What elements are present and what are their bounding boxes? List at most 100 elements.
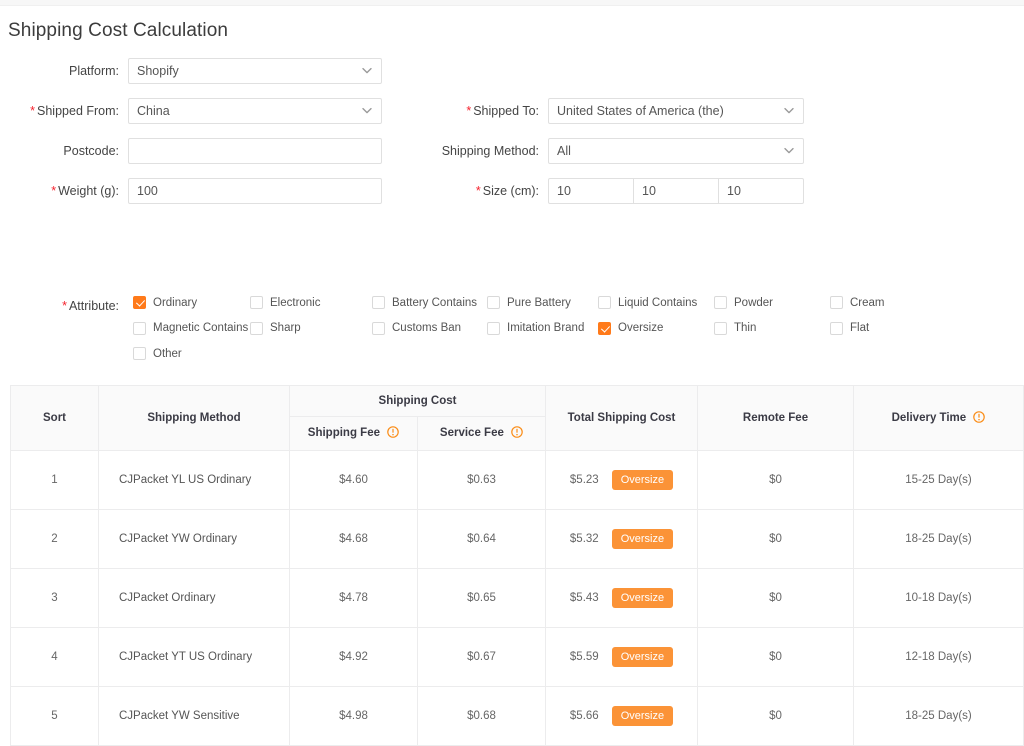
checkbox-icon — [714, 296, 727, 309]
checkbox-liquid-contains[interactable]: Liquid Contains — [598, 296, 697, 309]
status-badge[interactable]: Oversize — [612, 647, 673, 667]
status-badge[interactable]: Oversize — [612, 706, 673, 726]
results-table-container: Sort Shipping Method Shipping Cost Total… — [10, 385, 1024, 746]
checkbox-imitation-brand[interactable]: Imitation Brand — [487, 322, 584, 335]
checkbox-battery-contains[interactable]: Battery Contains — [372, 296, 477, 309]
checkbox-customs-ban[interactable]: Customs Ban — [372, 322, 461, 335]
field-size: *Size (cm): 10 10 10 — [416, 178, 804, 204]
cell-shipping-method: CJPacket YT US Ordinary — [99, 628, 290, 687]
checkbox-icon — [830, 296, 843, 309]
checkbox-label: Imitation Brand — [507, 322, 584, 334]
size-input-group: 10 10 10 — [548, 178, 804, 204]
platform-value: Shopify — [137, 64, 179, 78]
checkbox-label: Customs Ban — [392, 322, 461, 334]
info-icon[interactable] — [511, 426, 523, 441]
checkbox-icon — [133, 322, 146, 335]
cell-service-fee: $0.63 — [418, 451, 546, 510]
shipping-method-value: All — [557, 144, 571, 158]
checkbox-thin[interactable]: Thin — [714, 322, 756, 335]
required-marker: * — [51, 184, 56, 198]
table-row[interactable]: 2 CJPacket YW Ordinary $4.68 $0.64 $5.32… — [11, 510, 1024, 569]
chevron-down-icon — [784, 147, 794, 154]
status-badge[interactable]: Oversize — [612, 529, 673, 549]
checkbox-label: Other — [153, 348, 182, 360]
status-badge[interactable]: Oversize — [612, 470, 673, 490]
checkbox-flat[interactable]: Flat — [830, 322, 869, 335]
shipped-from-select[interactable]: China — [128, 98, 382, 124]
checkbox-oversize[interactable]: Oversize — [598, 322, 663, 335]
attribute-group: *Attribute: Ordinary Electronic Battery … — [0, 296, 1024, 373]
shipping-method-label: Shipping Method: — [416, 144, 548, 158]
cell-shipping-fee: $4.68 — [290, 510, 418, 569]
header-remote-fee[interactable]: Remote Fee — [698, 386, 854, 451]
info-icon[interactable] — [973, 411, 985, 426]
cell-sort: 2 — [11, 510, 99, 569]
checkbox-powder[interactable]: Powder — [714, 296, 773, 309]
cell-remote-fee: $0 — [698, 628, 854, 687]
cell-shipping-method: CJPacket YW Sensitive — [99, 687, 290, 746]
cell-remote-fee: $0 — [698, 510, 854, 569]
required-marker: * — [466, 104, 471, 118]
checkbox-other[interactable]: Other — [133, 347, 182, 360]
weight-value: 100 — [137, 184, 158, 198]
chevron-down-icon — [784, 107, 794, 114]
cell-service-fee: $0.64 — [418, 510, 546, 569]
platform-select[interactable]: Shopify — [128, 58, 382, 84]
checkbox-icon — [487, 296, 500, 309]
attribute-row: Ordinary Electronic Battery Contains Pur… — [0, 296, 1024, 322]
header-total-shipping-cost[interactable]: Total Shipping Cost — [546, 386, 698, 451]
attribute-row: Magnetic Contains Sharp Customs Ban Imit… — [0, 322, 1024, 348]
table-row[interactable]: 1 CJPacket YL US Ordinary $4.60 $0.63 $5… — [11, 451, 1024, 510]
checkbox-icon — [133, 347, 146, 360]
table-body: 1 CJPacket YL US Ordinary $4.60 $0.63 $5… — [11, 451, 1024, 746]
checkbox-label: Pure Battery — [507, 297, 571, 309]
checkbox-cream[interactable]: Cream — [830, 296, 885, 309]
page-title: Shipping Cost Calculation — [0, 6, 1024, 42]
shipping-method-select[interactable]: All — [548, 138, 804, 164]
size-length-input[interactable]: 10 — [548, 178, 634, 204]
cell-shipping-method: CJPacket Ordinary — [99, 569, 290, 628]
checkbox-sharp[interactable]: Sharp — [250, 322, 301, 335]
checkbox-pure-battery[interactable]: Pure Battery — [487, 296, 571, 309]
header-sort[interactable]: Sort — [11, 386, 99, 451]
required-marker: * — [476, 184, 481, 198]
cell-shipping-fee: $4.98 — [290, 687, 418, 746]
cell-sort: 3 — [11, 569, 99, 628]
size-width-value: 10 — [642, 184, 656, 198]
checkbox-magnetic-contains[interactable]: Magnetic Contains — [133, 322, 248, 335]
weight-label: *Weight (g): — [0, 184, 128, 198]
chevron-down-icon — [362, 67, 372, 74]
header-shipping-method[interactable]: Shipping Method — [99, 386, 290, 451]
checkbox-label: Cream — [850, 297, 885, 309]
table-row[interactable]: 5 CJPacket YW Sensitive $4.98 $0.68 $5.6… — [11, 687, 1024, 746]
header-delivery-time[interactable]: Delivery Time — [854, 386, 1024, 451]
size-width-input[interactable]: 10 — [633, 178, 719, 204]
total-amount: $5.23 — [570, 474, 599, 486]
checkbox-label: Sharp — [270, 322, 301, 334]
checkbox-label: Thin — [734, 322, 756, 334]
checkbox-icon — [714, 322, 727, 335]
header-service-fee[interactable]: Service Fee — [418, 417, 546, 451]
shipped-to-select[interactable]: United States of America (the) — [548, 98, 804, 124]
postcode-input[interactable] — [128, 138, 382, 164]
header-shipping-fee[interactable]: Shipping Fee — [290, 417, 418, 451]
table-row[interactable]: 4 CJPacket YT US Ordinary $4.92 $0.67 $5… — [11, 628, 1024, 687]
cell-total-shipping-cost: $5.23 Oversize — [546, 451, 698, 510]
header-shipping-fee-label: Shipping Fee — [308, 427, 380, 439]
checkbox-electronic[interactable]: Electronic — [250, 296, 321, 309]
info-icon[interactable] — [387, 426, 399, 441]
cell-shipping-method: CJPacket YL US Ordinary — [99, 451, 290, 510]
size-height-value: 10 — [727, 184, 741, 198]
checkbox-ordinary[interactable]: Ordinary — [133, 296, 197, 309]
weight-input[interactable]: 100 — [128, 178, 382, 204]
cell-delivery-time: 12-18 Day(s) — [854, 628, 1024, 687]
cell-shipping-method: CJPacket YW Ordinary — [99, 510, 290, 569]
cell-sort: 1 — [11, 451, 99, 510]
checkbox-icon — [487, 322, 500, 335]
status-badge[interactable]: Oversize — [612, 588, 673, 608]
cell-shipping-fee: $4.78 — [290, 569, 418, 628]
cell-delivery-time: 18-25 Day(s) — [854, 687, 1024, 746]
size-height-input[interactable]: 10 — [718, 178, 804, 204]
cell-total-shipping-cost: $5.66 Oversize — [546, 687, 698, 746]
table-row[interactable]: 3 CJPacket Ordinary $4.78 $0.65 $5.43 Ov… — [11, 569, 1024, 628]
